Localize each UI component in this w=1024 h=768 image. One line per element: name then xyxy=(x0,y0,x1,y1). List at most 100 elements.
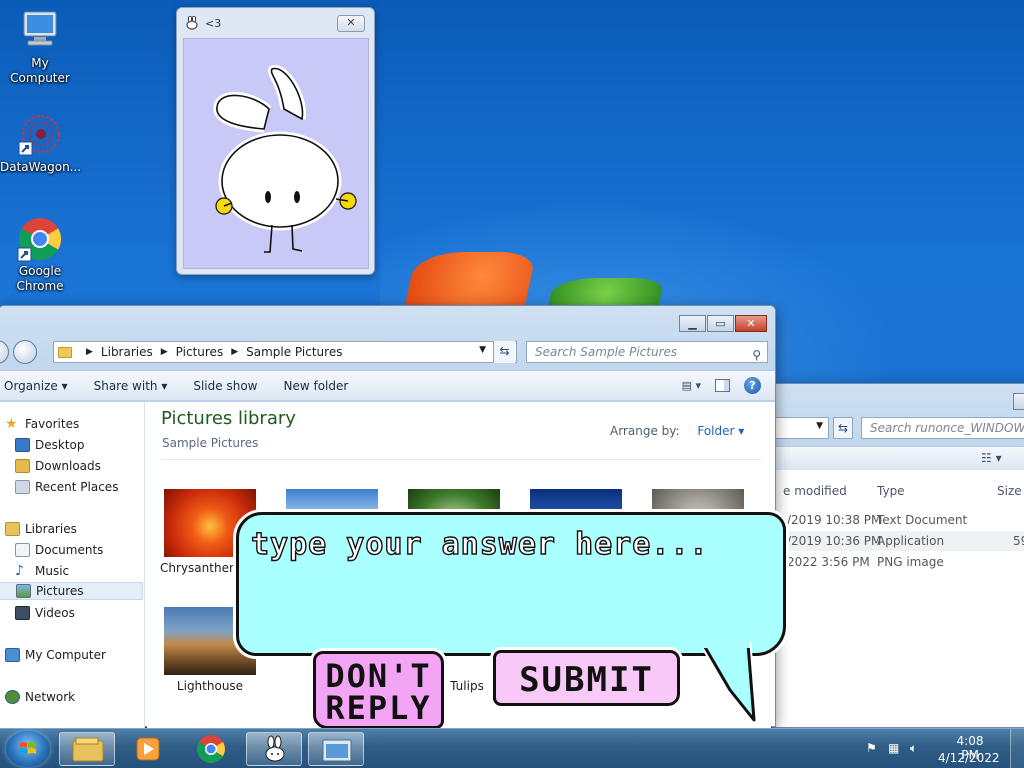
search-input[interactable]: Search Sample Pictures ⚲ xyxy=(526,341,768,363)
nav-network[interactable]: Network xyxy=(5,688,75,706)
nav-documents[interactable]: Documents xyxy=(15,541,103,559)
view-options-icon[interactable]: ☷ ▾ xyxy=(981,451,1002,465)
chrome-icon xyxy=(197,735,225,763)
breadcrumb-sample-pictures[interactable]: Sample Pictures xyxy=(246,345,342,359)
help-icon[interactable]: ? xyxy=(744,377,761,394)
nav-recent-places[interactable]: Recent Places xyxy=(15,478,118,496)
nav-downloads[interactable]: Downloads xyxy=(15,457,101,475)
chevron-down-icon[interactable]: ▼ xyxy=(816,421,823,431)
explorer-window-runonce[interactable]: ▼ ⇆ Search runonce_WINDOWS ☷ ▾ e modifie… xyxy=(772,383,1024,728)
desktop-icon-my-computer[interactable]: My Computer xyxy=(0,8,80,86)
breadcrumb-libraries[interactable]: Libraries xyxy=(101,345,153,359)
show-desktop-button[interactable] xyxy=(1010,729,1024,768)
arrange-by-dropdown[interactable]: Folder ▾ xyxy=(697,424,744,438)
explorer-frame: ▁ ▭ ✕ ▶ Libraries ▶ Pictures ▶ Sample Pi… xyxy=(0,306,775,402)
column-header-modified[interactable]: e modified xyxy=(783,484,847,498)
forward-button[interactable] xyxy=(13,340,37,364)
file-size: 59 xyxy=(1013,534,1024,548)
desktop-icon xyxy=(15,438,30,452)
change-view-icon[interactable]: ▤ ▾ xyxy=(682,379,701,392)
window-controls: ▁ ▭ ✕ xyxy=(679,315,767,332)
taskbar-chrome-button[interactable] xyxy=(183,732,239,766)
file-row[interactable]: /2019 10:38 PM Text Document xyxy=(773,510,1024,530)
bunny-app-icon xyxy=(186,16,198,30)
taskbar-explorer-window-button[interactable] xyxy=(308,732,364,766)
pictures-icon xyxy=(16,584,31,598)
nav-label: Downloads xyxy=(35,459,101,473)
nav-label: Documents xyxy=(35,543,104,557)
action-center-icon[interactable]: ⚑ xyxy=(866,741,877,755)
recent-places-icon xyxy=(15,480,30,494)
close-icon: ✕ xyxy=(346,16,356,29)
nav-pictures[interactable]: Pictures xyxy=(0,582,143,600)
address-bar[interactable]: ▼ xyxy=(773,417,829,439)
share-with-menu[interactable]: Share with ▾ xyxy=(84,379,178,393)
bunny-window[interactable]: <3 ✕ xyxy=(176,7,375,275)
dont-reply-button[interactable]: DON'T REPLY xyxy=(313,651,444,729)
desktop-icon-datawagon[interactable]: DataWagon... xyxy=(0,112,82,175)
maximize-button[interactable]: ▭ xyxy=(707,315,734,332)
start-button[interactable] xyxy=(6,731,50,767)
toolbar: ☷ ▾ xyxy=(773,446,1024,470)
taskbar-bunny-button[interactable] xyxy=(246,732,302,766)
file-row[interactable]: 2022 3:56 PM PNG image xyxy=(773,552,1024,572)
notification-area: ⚑ ▦ 🔈︎ 4:08 PM 4/12/2022 xyxy=(858,729,1024,768)
nav-music[interactable]: ♪ Music xyxy=(15,562,69,580)
file-modified: /2019 10:38 PM xyxy=(787,513,882,527)
answer-bubble[interactable]: type your answer here... xyxy=(236,512,786,656)
close-button[interactable]: ✕ xyxy=(735,315,767,332)
nav-libraries[interactable]: Libraries xyxy=(5,520,77,538)
minimize-button[interactable] xyxy=(1013,393,1024,410)
explorer-window-icon xyxy=(322,739,352,762)
arrange-by-label: Arrange by: xyxy=(610,424,680,438)
refresh-button[interactable]: ⇆ xyxy=(493,341,515,363)
arrange-by: Arrange by: Folder ▾ xyxy=(610,424,744,438)
slide-show-button[interactable]: Slide show xyxy=(183,379,267,393)
volume-icon[interactable]: 🔈︎ xyxy=(910,741,917,756)
computer-icon xyxy=(5,648,20,662)
new-folder-button[interactable]: New folder xyxy=(273,379,358,393)
desktop-icon-google-chrome[interactable]: Google Chrome xyxy=(0,216,80,294)
datawagon-shortcut-icon xyxy=(17,112,63,158)
minimize-button[interactable]: ▁ xyxy=(679,315,706,332)
refresh-button[interactable]: ⇆ xyxy=(833,417,853,439)
desktop-icon-label: DataWagon... xyxy=(0,160,82,174)
taskbar-media-player-button[interactable] xyxy=(121,732,177,766)
column-header-size[interactable]: Size xyxy=(997,484,1022,498)
command-bar: Organize ▾ Share with ▾ Slide show New f… xyxy=(0,370,775,400)
bunny-close-button[interactable]: ✕ xyxy=(337,15,365,32)
library-title: Pictures library xyxy=(161,408,296,429)
search-input[interactable]: Search runonce_WINDOWS xyxy=(861,417,1024,439)
taskbar-explorer-button[interactable] xyxy=(59,732,115,766)
media-player-icon xyxy=(136,737,160,761)
nav-my-computer[interactable]: My Computer xyxy=(5,646,106,664)
chevron-down-icon[interactable]: ▼ xyxy=(479,345,486,355)
file-row[interactable]: /2019 10:36 PM Application 59 xyxy=(773,531,1024,551)
column-header-type[interactable]: Type xyxy=(877,484,905,498)
nav-favorites[interactable]: ★ Favorites xyxy=(5,415,79,433)
taskbar: ⚑ ▦ 🔈︎ 4:08 PM 4/12/2022 xyxy=(0,728,1024,768)
star-icon: ★ xyxy=(5,416,18,432)
close-icon: ✕ xyxy=(746,317,756,330)
explorer-back-frame: ▼ ⇆ Search runonce_WINDOWS ☷ ▾ xyxy=(773,384,1024,470)
libraries-icon xyxy=(5,522,20,536)
bunny-window-title: <3 xyxy=(205,16,222,30)
nav-label: Videos xyxy=(35,606,75,620)
submit-button[interactable]: SUBMIT xyxy=(493,650,680,706)
organize-menu[interactable]: Organize ▾ xyxy=(0,379,78,393)
search-icon: ⚲ xyxy=(752,348,761,362)
preview-pane-icon[interactable] xyxy=(715,379,730,392)
nav-videos[interactable]: Videos xyxy=(15,604,75,622)
file-type: Text Document xyxy=(877,513,968,527)
network-tray-icon[interactable]: ▦ xyxy=(888,741,899,755)
divider xyxy=(161,459,761,460)
nav-desktop[interactable]: Desktop xyxy=(15,436,85,454)
nav-label: Pictures xyxy=(36,584,84,598)
back-button[interactable] xyxy=(0,340,9,364)
bunny-character xyxy=(213,65,357,253)
answer-input[interactable]: type your answer here... xyxy=(250,526,708,562)
breadcrumb-pictures[interactable]: Pictures xyxy=(176,345,224,359)
address-bar[interactable]: ▶ Libraries ▶ Pictures ▶ Sample Pictures… xyxy=(53,341,517,363)
bunny-canvas xyxy=(183,38,369,269)
clock-date[interactable]: 4/12/2022 xyxy=(938,751,1000,765)
